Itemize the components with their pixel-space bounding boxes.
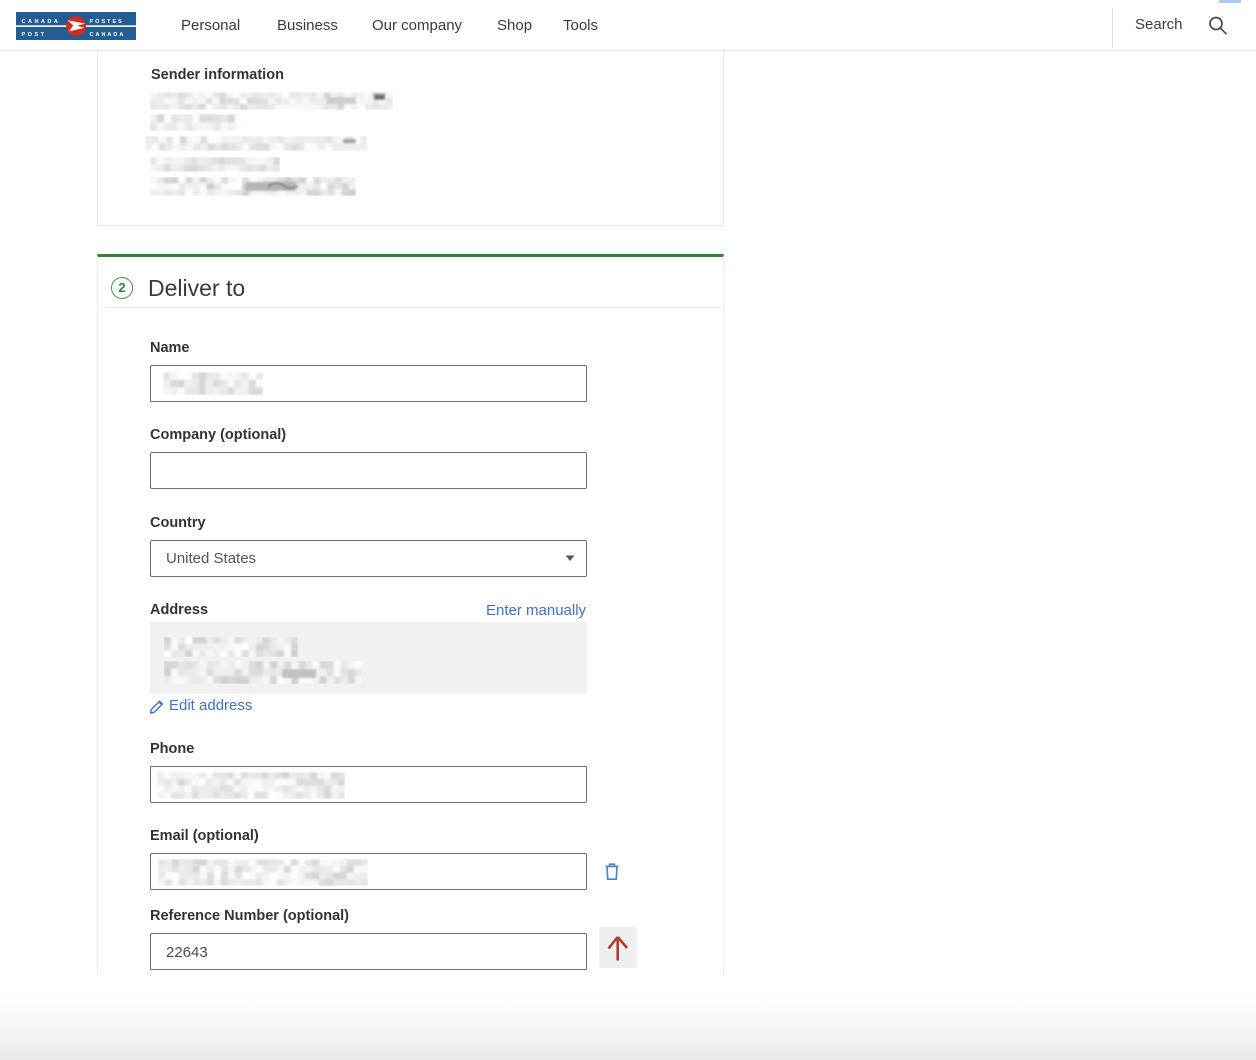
svg-text:POSTES: POSTES — [90, 19, 124, 25]
svg-text:CANADA: CANADA — [90, 32, 126, 38]
svg-text:POST: POST — [22, 32, 47, 38]
svg-text:CANADA: CANADA — [22, 19, 61, 25]
